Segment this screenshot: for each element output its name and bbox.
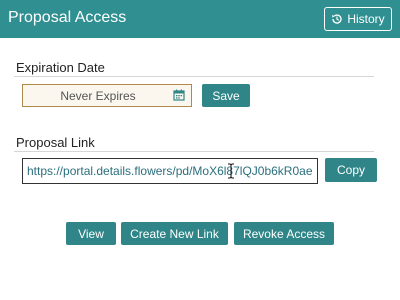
history-icon bbox=[332, 14, 342, 24]
expiration-divider bbox=[14, 76, 374, 77]
expiration-date-value: Never Expires bbox=[60, 89, 136, 103]
dialog-header: Proposal Access History bbox=[0, 0, 400, 38]
expiration-date-label: Expiration Date bbox=[16, 60, 105, 75]
expiration-date-input[interactable]: Never Expires bbox=[22, 84, 192, 107]
save-button[interactable]: Save bbox=[202, 84, 250, 107]
proposal-link-url: https://portal.details.flowers/pd/MoX6l8… bbox=[27, 164, 313, 178]
history-label: History bbox=[347, 12, 385, 26]
view-button[interactable]: View bbox=[66, 222, 116, 245]
dialog-title: Proposal Access bbox=[8, 9, 127, 26]
calendar-icon[interactable] bbox=[173, 89, 185, 101]
proposal-link-divider bbox=[14, 151, 374, 152]
history-button[interactable]: History bbox=[324, 7, 392, 31]
text-cursor-icon bbox=[228, 163, 234, 179]
copy-button[interactable]: Copy bbox=[325, 158, 377, 182]
proposal-link-label: Proposal Link bbox=[16, 135, 95, 150]
proposal-link-input[interactable]: https://portal.details.flowers/pd/MoX6l8… bbox=[22, 158, 318, 184]
revoke-access-button[interactable]: Revoke Access bbox=[234, 222, 334, 245]
create-new-link-button[interactable]: Create New Link bbox=[121, 222, 228, 245]
